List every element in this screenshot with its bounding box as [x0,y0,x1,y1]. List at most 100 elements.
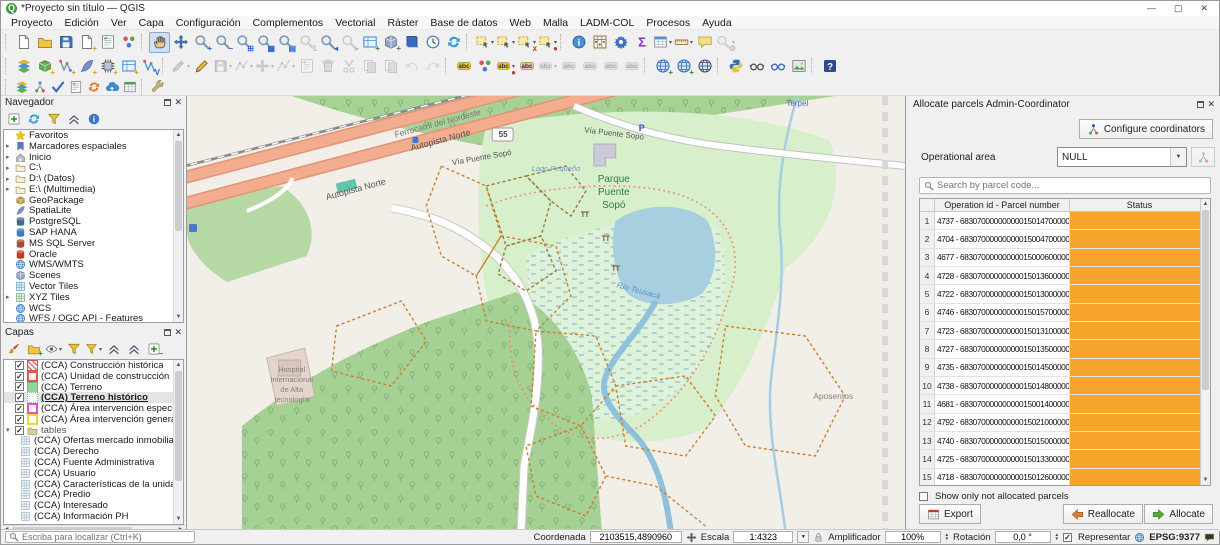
parcel-code[interactable]: 4727 - 683070000000000150135000000000 [935,340,1070,357]
undo-button[interactable] [401,56,422,77]
locator-input[interactable] [22,532,191,542]
table-layer-cca-usuario[interactable]: (CCA) Usuario [4,468,183,479]
attribute-table-button[interactable]: ▾ [652,32,673,53]
rotation-input[interactable] [999,532,1047,542]
new-print-layout-button[interactable]: + [76,32,97,53]
change-label-properties-button[interactable] [621,56,642,77]
layer-checkbox-icon[interactable]: ✓ [15,372,24,381]
layer-labeling-button[interactable] [453,56,474,77]
layer-checkbox-icon[interactable]: ✓ [15,393,24,402]
zoom-last-button[interactable]: ◂ [317,32,338,53]
parcel-code[interactable]: 4723 - 683070000000000150131000000000 [935,322,1070,339]
select-by-location-button[interactable]: ●▾ [537,32,558,53]
add-selected-layers-button[interactable] [4,110,23,128]
parcel-code[interactable]: 4740 - 683070000000000150150000000000 [935,432,1070,449]
parcel-row[interactable]: 54722 - 683070000000000150130000000000 [920,285,1200,303]
move-label-button[interactable] [558,56,579,77]
magnifier-spinner[interactable]: ▲▼ [945,533,949,542]
rotate-label-button[interactable] [579,56,600,77]
scroll-up-icon[interactable]: ▲ [174,360,183,370]
menu-ver[interactable]: Ver [105,17,133,29]
layer-item-cca-terreno-hist-rico[interactable]: ✓(CCA) Terreno histórico [4,392,183,403]
status-cell[interactable] [1070,395,1200,412]
scale-dropdown-icon[interactable]: ▼ [797,531,809,543]
status-cell[interactable] [1070,249,1200,266]
operational-area-select[interactable]: NULL ▼ [1057,147,1187,167]
delete-selected-button[interactable] [317,56,338,77]
parcel-code[interactable]: 4718 - 683070000000000150126000000000 [935,469,1070,485]
close-button[interactable]: ✕ [1200,3,1208,14]
highlight-pinned-labels-button[interactable] [516,56,537,77]
table-layer-cca-fuente-administrativa[interactable]: (CCA) Fuente Administrativa [4,457,183,468]
status-cell[interactable] [1070,432,1200,449]
browser-item-scenes[interactable]: Scenes [4,270,183,281]
layer-item-cca-terreno[interactable]: ✓(CCA) Terreno [4,382,183,393]
collapse-all-button[interactable] [124,340,143,358]
coordinate-input[interactable] [594,532,678,542]
status-cell[interactable] [1070,285,1200,302]
filter-legend-button[interactable] [64,340,83,358]
table-layer-cca-derecho[interactable]: (CCA) Derecho [4,446,183,457]
expander-icon[interactable]: ▾ [6,426,15,434]
table-layer-cca-interesado[interactable]: (CCA) Interesado [4,500,183,511]
status-cell[interactable] [1070,267,1200,284]
parcel-code[interactable]: 4725 - 683070000000000150133000000000 [935,450,1070,467]
rotation-spinner[interactable]: ▲▼ [1055,533,1059,542]
parcel-search-box[interactable] [919,177,1211,194]
menu-ladm-col[interactable]: LADM-COL [574,17,640,29]
status-cell[interactable] [1070,340,1200,357]
scale-input[interactable] [737,532,789,542]
parcel-code[interactable]: 4792 - 683070000000000150210000000000 [935,414,1070,431]
undock-panel-icon[interactable] [164,99,171,106]
parcel-row[interactable]: 24704 - 683070000000000150047000000000 [920,230,1200,248]
parcel-code[interactable]: 4738 - 683070000000000150148000000000 [935,377,1070,394]
expander-icon[interactable]: ▸ [6,175,15,183]
copy-features-button[interactable] [359,56,380,77]
expander-icon[interactable]: ▸ [6,185,15,193]
parcel-row[interactable]: 124792 - 683070000000000150210000000000 [920,414,1200,432]
browser-item-vector-tiles[interactable]: Vector Tiles [4,281,183,292]
new-map-view-button[interactable]: + [359,32,380,53]
open-layer-styling-button[interactable] [4,340,23,358]
browser-item-oracle[interactable]: Oracle [4,249,183,260]
maximize-button[interactable]: ▢ [1174,3,1183,14]
manage-map-themes-button[interactable]: ▾ [44,340,63,358]
parcel-number-column-header[interactable]: Operation id - Parcel number [935,199,1070,211]
parcel-code[interactable]: 4746 - 683070000000000150157000000000 [935,304,1070,321]
browser-item-marcadores-espaciales[interactable]: ▸Marcadores espaciales [4,141,183,152]
parcel-row[interactable]: 14737 - 683070000000000150147000000000 [920,212,1200,230]
change-label-button[interactable] [600,56,621,77]
menu-base-de-datos[interactable]: Base de datos [424,17,503,29]
topology-nodes-button[interactable] [31,78,49,95]
zoom-full-button[interactable]: ⊞ [233,32,254,53]
ladm-col-settings-button[interactable]: + [652,56,673,77]
status-cell[interactable] [1070,304,1200,321]
render-checkbox[interactable]: ✓ Representar [1063,532,1130,543]
parcel-row[interactable]: 74723 - 683070000000000150131000000000 [920,322,1200,340]
browser-item-sap-hana[interactable]: SAP HANA [4,227,183,238]
menu-proyecto[interactable]: Proyecto [5,17,58,29]
messages-icon[interactable] [1204,532,1215,543]
toggle-editing-button[interactable] [191,56,212,77]
settings-wrench-button[interactable] [149,78,167,95]
browser-item-xyz-tiles[interactable]: ▸XYZ Tiles [4,292,183,303]
menu-ayuda[interactable]: Ayuda [696,17,738,29]
scroll-up-icon[interactable]: ▲ [174,130,183,140]
menu-web[interactable]: Web [504,17,537,29]
pan-to-selection-button[interactable] [170,32,191,53]
zoom-next-button[interactable]: ▸ [338,32,359,53]
parcel-row[interactable]: 84727 - 683070000000000150135000000000 [920,340,1200,358]
browser-item-ms-sql-server[interactable]: MS SQL Server [4,238,183,249]
processing-toolbox-button[interactable] [610,32,631,53]
filter-browser-button[interactable] [44,110,63,128]
parcel-code[interactable]: 4681 - 683070000000000150014000000000 [935,395,1070,412]
parcel-row[interactable]: 104738 - 683070000000000150148000000000 [920,377,1200,395]
parcel-row[interactable]: 134740 - 683070000000000150150000000000 [920,432,1200,450]
status-cell[interactable] [1070,450,1200,467]
layer-checkbox-icon[interactable]: ✓ [15,382,24,391]
open-project-button[interactable] [34,32,55,53]
browser-refresh-button[interactable] [24,110,43,128]
locator-box[interactable] [5,531,195,543]
status-cell[interactable] [1070,359,1200,376]
layer-checkbox-icon[interactable]: ✓ [15,415,24,424]
